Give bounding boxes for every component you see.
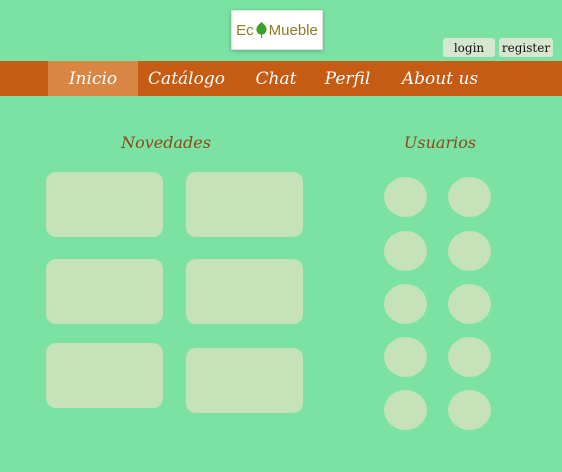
register-button[interactable]: register: [499, 38, 553, 57]
user-avatar[interactable]: [384, 390, 427, 430]
news-card[interactable]: [186, 259, 303, 324]
user-avatar[interactable]: [384, 231, 427, 271]
news-card[interactable]: [186, 348, 303, 413]
nav-item-catalogo[interactable]: Catálogo: [145, 61, 228, 96]
user-avatar[interactable]: [384, 177, 427, 217]
news-card[interactable]: [46, 343, 163, 408]
nav-item-perfil[interactable]: Perfil: [320, 61, 375, 96]
news-card[interactable]: [46, 259, 163, 324]
main-nav: Inicio Catálogo Chat Perfil About us: [0, 61, 562, 96]
nav-item-about-us[interactable]: About us: [398, 61, 482, 96]
login-button[interactable]: login: [443, 38, 495, 57]
leaf-icon: [255, 22, 268, 38]
logo[interactable]: Ec Mueble: [231, 10, 323, 50]
user-avatar[interactable]: [384, 337, 427, 377]
logo-text-end: Mueble: [268, 21, 318, 39]
users-section-title: Usuarios: [403, 133, 477, 152]
user-avatar[interactable]: [384, 284, 427, 324]
nav-item-chat[interactable]: Chat: [250, 61, 302, 96]
nav-item-inicio[interactable]: Inicio: [48, 61, 138, 96]
user-avatar[interactable]: [448, 390, 491, 430]
logo-text-start: Ec: [236, 21, 254, 39]
user-avatar[interactable]: [448, 177, 491, 217]
news-card[interactable]: [186, 172, 303, 237]
user-avatar[interactable]: [448, 337, 491, 377]
user-avatar[interactable]: [448, 284, 491, 324]
user-avatar[interactable]: [448, 231, 491, 271]
news-section-title: Novedades: [121, 133, 211, 152]
news-card[interactable]: [46, 172, 163, 237]
